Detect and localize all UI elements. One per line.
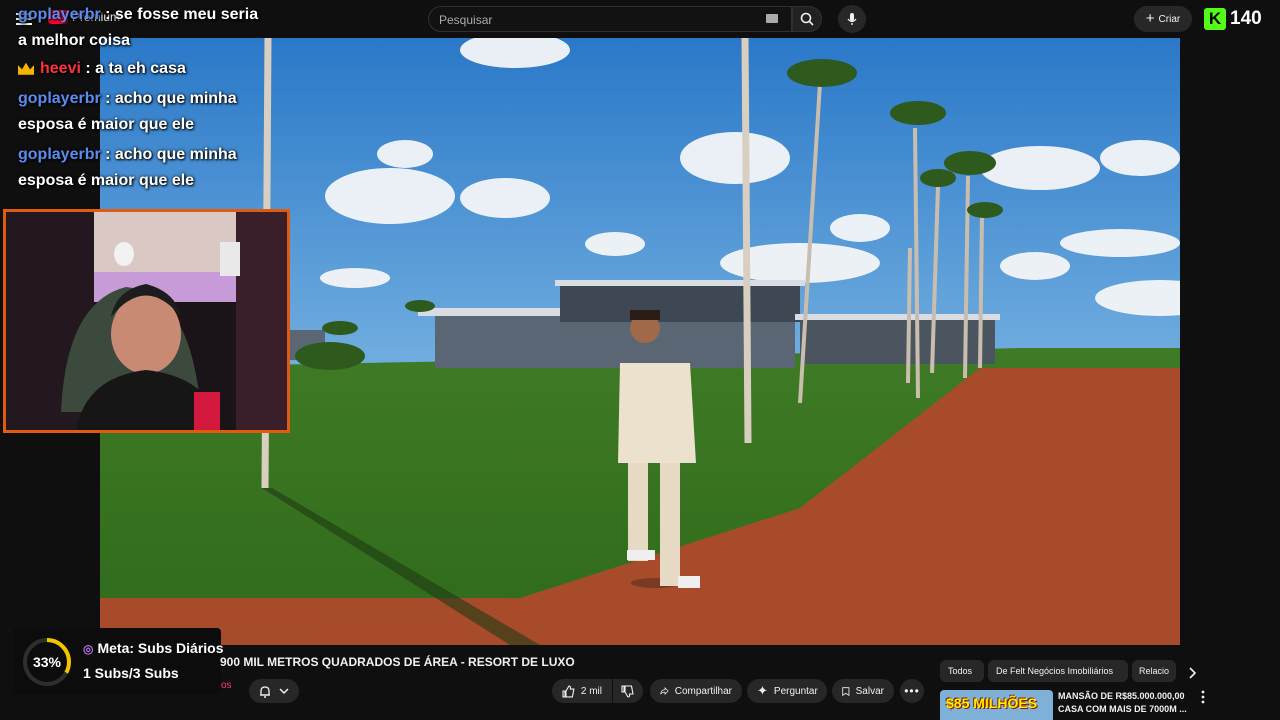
- chip-related[interactable]: Relacio: [1132, 660, 1176, 682]
- ask-button[interactable]: ✦ Perguntar: [747, 679, 827, 703]
- create-label: Criar: [1158, 13, 1181, 25]
- goal-percent: 33%: [32, 654, 62, 670]
- chat-overlay: goplayerbr : se fosse meu seria a melhor…: [18, 2, 268, 194]
- voice-search-button[interactable]: [838, 5, 866, 33]
- recommendation-title[interactable]: MANSÃO DE R$85.000.000,00 CASA COM MAIS …: [1058, 690, 1188, 716]
- bookmark-icon: [842, 686, 850, 696]
- chat-username: goplayerbr: [18, 90, 101, 107]
- kick-logo-icon: K: [1204, 8, 1226, 30]
- chat-text: : a ta eh casa: [80, 60, 186, 77]
- chip-all[interactable]: Todos: [940, 660, 984, 682]
- chat-username: goplayerbr: [18, 146, 101, 163]
- create-button[interactable]: + Criar: [1134, 6, 1192, 32]
- kebab-menu-icon[interactable]: [1198, 690, 1208, 704]
- more-actions-button[interactable]: •••: [900, 679, 924, 703]
- chat-message: goplayerbr : acho que minha esposa é mai…: [18, 142, 268, 194]
- recommendation-thumbnail[interactable]: $85 MILHÕES: [940, 690, 1053, 720]
- notifications-button[interactable]: [249, 679, 299, 703]
- chevron-down-icon: [279, 687, 289, 694]
- chat-message: heevi : a ta eh casa: [18, 56, 268, 82]
- streamer-webcam: [3, 209, 290, 433]
- chevron-right-icon[interactable]: [1185, 666, 1199, 680]
- chat-message: goplayerbr : acho que minha esposa é mai…: [18, 86, 268, 138]
- channel-name[interactable]: os: [221, 680, 232, 691]
- thumbs-up-icon: [562, 685, 575, 697]
- video-title: 900 MIL METROS QUADRADOS DE ÁREA - RESOR…: [220, 655, 575, 669]
- keyboard-icon[interactable]: [766, 14, 778, 23]
- goal-title: Meta: Subs Diários: [97, 640, 224, 656]
- chat-username: heevi: [40, 60, 81, 77]
- search-button[interactable]: [792, 6, 822, 32]
- goal-count: 1 Subs/3 Subs: [83, 665, 179, 681]
- share-icon: [660, 687, 669, 695]
- goal-dot-icon: ◎: [83, 642, 94, 656]
- subs-goal-widget: 33% ◎ Meta: Subs Diários 1 Subs/3 Subs: [13, 628, 224, 694]
- like-count: 2 mil: [580, 685, 602, 697]
- search-icon: [800, 12, 814, 26]
- chat-username: goplayerbr: [18, 6, 101, 23]
- dislike-button[interactable]: [613, 679, 643, 703]
- sparkle-icon: ✦: [757, 683, 768, 698]
- kick-counter-widget: K 140: [1204, 8, 1262, 30]
- more-icon: •••: [904, 684, 920, 698]
- share-label: Compartilhar: [674, 685, 732, 697]
- thumbnail-text: $85 MILHÕES: [946, 695, 1038, 711]
- chip-channel[interactable]: De Felt Negócios Imobiliários: [988, 660, 1128, 682]
- plus-icon: +: [1145, 10, 1155, 27]
- microphone-icon: [847, 13, 857, 25]
- webcam-feed: [6, 212, 287, 430]
- thumbs-down-icon: [621, 684, 634, 698]
- share-button[interactable]: Compartilhar: [650, 679, 742, 703]
- save-button[interactable]: Salvar: [832, 679, 894, 703]
- kick-viewer-count: 140: [1230, 8, 1262, 29]
- ask-label: Perguntar: [773, 685, 818, 697]
- crown-icon: [18, 62, 34, 75]
- search-input[interactable]: Pesquisar: [428, 6, 792, 32]
- save-label: Salvar: [855, 685, 884, 697]
- bell-icon: [260, 685, 270, 698]
- chat-message: goplayerbr : se fosse meu seria a melhor…: [18, 2, 268, 54]
- like-button[interactable]: 2 mil: [552, 679, 612, 703]
